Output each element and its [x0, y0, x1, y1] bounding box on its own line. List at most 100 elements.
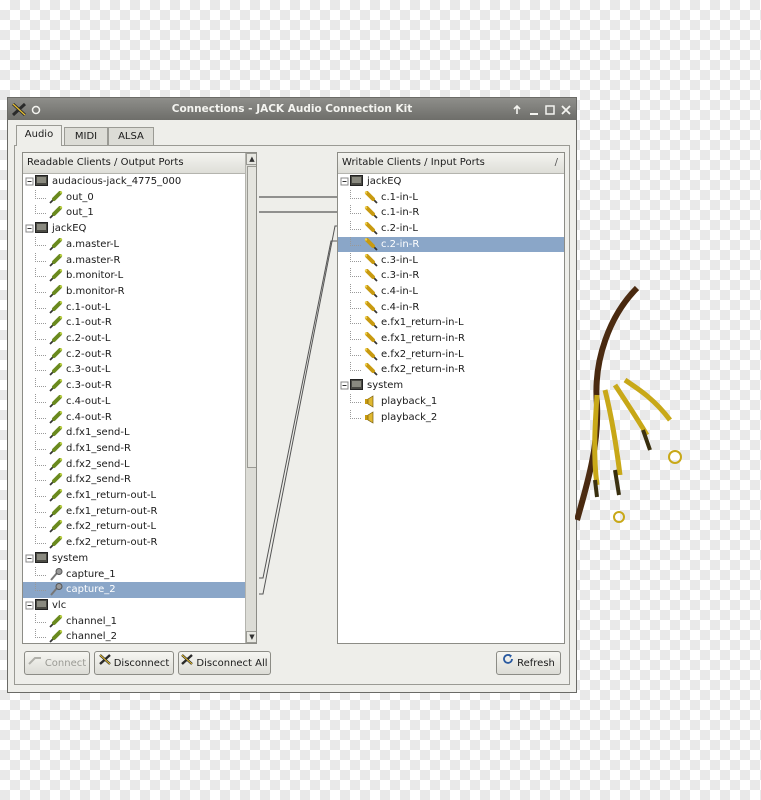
port-row[interactable]: playback_2: [338, 409, 564, 426]
port-row[interactable]: d.fx2_send-L: [23, 456, 245, 473]
port-row[interactable]: c.2-out-R: [23, 346, 245, 363]
port-row[interactable]: c.3-out-R: [23, 378, 245, 394]
refresh-button[interactable]: Refresh: [496, 651, 561, 675]
writable-clients-list[interactable]: Writable Clients / Input Ports / jackEQ c…: [337, 152, 565, 644]
jack-logo-icon[interactable]: [11, 102, 27, 124]
port-row[interactable]: out_0: [23, 189, 245, 206]
tree-line: [35, 362, 46, 372]
writable-list-header[interactable]: Writable Clients / Input Ports /: [338, 153, 564, 174]
client-row[interactable]: system: [338, 378, 564, 394]
tree-line: [35, 252, 46, 262]
port-row[interactable]: e.fx2_return-in-L: [338, 346, 564, 363]
scrollbar-thumb[interactable]: [247, 166, 256, 468]
port-row[interactable]: c.4-in-R: [338, 299, 564, 316]
tree-line: [350, 221, 361, 231]
port-row[interactable]: channel_2: [23, 629, 245, 643]
connect-icon: [28, 652, 42, 674]
readable-scrollbar[interactable]: ▲ ▼: [245, 153, 256, 643]
port-label: c.3-out-L: [66, 364, 111, 376]
tree-line: [350, 362, 361, 372]
scroll-down-icon[interactable]: ▼: [246, 631, 256, 643]
port-row[interactable]: capture_2: [23, 582, 245, 598]
port-label: c.1-out-R: [66, 317, 112, 329]
port-row[interactable]: capture_1: [23, 566, 245, 583]
readable-list-header[interactable]: Readable Clients / Output Ports /: [23, 153, 256, 174]
client-row[interactable]: jackEQ: [338, 174, 564, 190]
port-row[interactable]: e.fx1_return-out-R: [23, 503, 245, 520]
port-label: d.fx2_send-L: [66, 458, 130, 470]
tab-midi[interactable]: MIDI: [64, 127, 108, 145]
disconnect-all-button[interactable]: Disconnect All: [178, 651, 271, 675]
port-label: e.fx1_return-in-R: [381, 333, 465, 344]
port-label: d.fx2_send-R: [66, 474, 131, 486]
port-row[interactable]: c.4-in-L: [338, 283, 564, 300]
port-row[interactable]: e.fx2_return-in-R: [338, 362, 564, 378]
port-row[interactable]: c.4-out-R: [23, 409, 245, 426]
port-label: c.1-in-L: [381, 191, 418, 203]
port-row[interactable]: e.fx1_return-in-L: [338, 315, 564, 331]
client-row[interactable]: system: [23, 551, 245, 567]
tree-line: [35, 205, 46, 215]
port-row[interactable]: c.4-out-L: [23, 393, 245, 410]
tree-line: [35, 189, 46, 199]
client-row[interactable]: audacious-jack_4775_000: [23, 174, 245, 190]
tree-line: [350, 409, 361, 419]
port-row[interactable]: c.2-in-L: [338, 221, 564, 237]
port-label: c.2-in-R: [381, 238, 420, 250]
maximize-icon[interactable]: [545, 102, 555, 124]
port-row[interactable]: playback_1: [338, 393, 564, 410]
connection-lines[interactable]: [257, 152, 341, 644]
readable-clients-list[interactable]: Readable Clients / Output Ports / audaci…: [22, 152, 257, 644]
port-row[interactable]: d.fx1_send-R: [23, 440, 245, 457]
client-row[interactable]: jackEQ: [23, 221, 245, 237]
port-label: c.3-out-R: [66, 380, 112, 392]
port-row[interactable]: c.2-in-R: [338, 236, 564, 253]
port-row[interactable]: d.fx2_send-R: [23, 472, 245, 488]
port-row[interactable]: e.fx1_return-out-L: [23, 488, 245, 504]
port-row[interactable]: out_1: [23, 205, 245, 221]
port-label: e.fx1_return-in-L: [381, 317, 464, 329]
port-label: playback_2: [381, 411, 438, 423]
port-label: playback_1: [381, 395, 438, 407]
tree-line: [350, 189, 361, 199]
window-menu-icon[interactable]: [30, 102, 42, 124]
tree-line: [35, 503, 46, 513]
tree-line: [35, 268, 46, 278]
tree-line: [350, 205, 361, 215]
close-x-icon[interactable]: [561, 102, 571, 124]
port-row[interactable]: c.3-in-L: [338, 252, 564, 269]
tree-line: [35, 629, 46, 639]
port-row[interactable]: c.3-out-L: [23, 362, 245, 378]
port-label: out_0: [66, 191, 94, 203]
port-row[interactable]: c.2-out-L: [23, 331, 245, 347]
title-bar[interactable]: Connections - JACK Audio Connection Kit: [8, 98, 576, 120]
port-row[interactable]: d.fx1_send-L: [23, 425, 245, 441]
client-row[interactable]: vlc: [23, 598, 245, 614]
port-row[interactable]: a.master-R: [23, 252, 245, 269]
port-label: out_1: [66, 207, 94, 219]
tab-audio[interactable]: Audio: [16, 125, 62, 146]
output-plug-icon: [49, 630, 63, 643]
minimize-icon[interactable]: [529, 102, 539, 124]
port-row[interactable]: c.3-in-R: [338, 268, 564, 284]
port-label: a.master-L: [66, 238, 120, 250]
tab-alsa[interactable]: ALSA: [108, 127, 154, 145]
port-row[interactable]: c.1-in-L: [338, 189, 564, 206]
shade-icon[interactable]: [512, 102, 522, 124]
port-row[interactable]: e.fx1_return-in-R: [338, 331, 564, 347]
port-row[interactable]: channel_1: [23, 613, 245, 630]
port-row[interactable]: c.1-out-R: [23, 315, 245, 331]
port-row[interactable]: b.monitor-L: [23, 268, 245, 284]
connect-button[interactable]: Connect: [24, 651, 90, 675]
tree-line: [350, 346, 361, 356]
scroll-up-icon[interactable]: ▲: [246, 153, 256, 165]
port-label: c.2-out-R: [66, 348, 112, 360]
port-row[interactable]: b.monitor-R: [23, 283, 245, 300]
port-row[interactable]: e.fx2_return-out-L: [23, 519, 245, 535]
port-row[interactable]: a.master-L: [23, 236, 245, 253]
disconnect-button[interactable]: Disconnect: [94, 651, 174, 675]
port-row[interactable]: c.1-out-L: [23, 299, 245, 316]
port-row[interactable]: c.1-in-R: [338, 205, 564, 221]
port-row[interactable]: e.fx2_return-out-R: [23, 535, 245, 551]
tab-audio-label: Audio: [24, 129, 54, 140]
